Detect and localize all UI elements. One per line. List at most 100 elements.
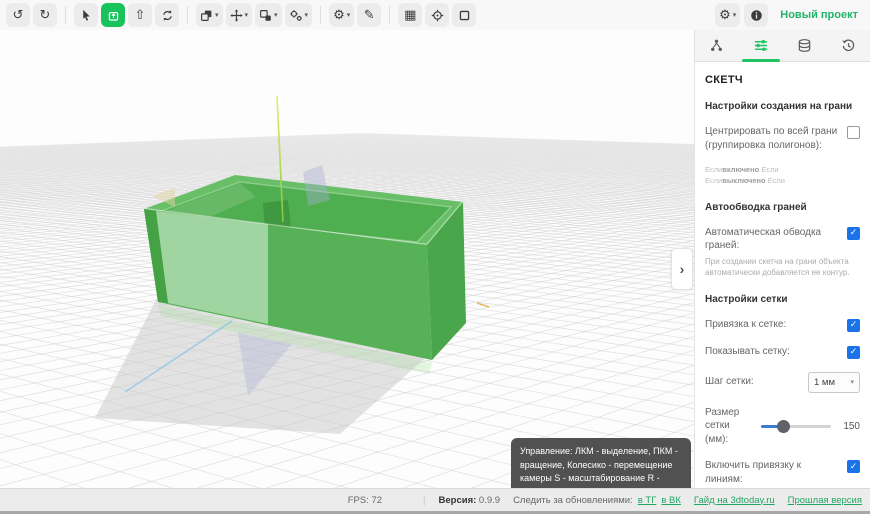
horizon-fade [0,30,694,205]
caret-down-icon: ▾ [733,11,737,19]
operations-menu-button[interactable]: ▾ [285,3,313,27]
caret-down-icon: ▾ [347,11,351,19]
undo-button[interactable]: ↺ [6,3,30,27]
copy-icon [200,9,213,22]
extrude-tool-button[interactable] [101,3,125,27]
row-auto-outline: Автоматическая обводка граней: ✓ [705,226,860,253]
grid-step-select[interactable]: 1 мм ▾ [808,372,860,393]
chevron-down-icon: ▾ [850,378,854,386]
info-icon [750,9,763,22]
selection-frame-icon [458,9,471,22]
row-label: Центрировать по всей грани (группировка … [705,125,841,152]
tree-icon [709,38,724,53]
row-label: Автоматическая обводка граней: [705,226,841,253]
top-toolbar: ↺ ↻ ⇧ [0,0,870,30]
caret-down-icon: ▾ [274,11,278,19]
move-up-button[interactable]: ⇧ [128,3,152,27]
sliders-icon [753,38,769,53]
caret-down-icon: ▾ [245,11,249,19]
row-center-on-face: Центрировать по всей грани (группировка … [705,125,860,152]
controls-tooltip: Управление: ЛКМ - выделение, ПКМ - враще… [511,438,691,488]
panel-collapse-button[interactable]: › [671,248,693,290]
toolbar-separator [320,6,321,24]
statusbar-divider: | [423,495,425,506]
move-menu-button[interactable]: ▾ [226,3,253,27]
row-snap-to-grid: Привязка к сетке: ✓ [705,318,860,332]
move-icon [230,9,243,22]
duplicate-icon [259,9,272,22]
tab-sketch-settings[interactable] [739,30,783,61]
auto-outline-checkbox[interactable]: ✓ [847,227,860,240]
panel-title: СКЕТЧ [705,74,860,86]
draw-button[interactable]: ✎ [357,3,381,27]
panel-tabbar [695,30,870,62]
row-grid-size: Размер сетки (мм): 150 [705,406,860,447]
panel-body: СКЕТЧ Настройки создания на грани Центри… [695,62,870,488]
caret-down-icon: ▾ [305,11,309,19]
sync-button[interactable] [155,3,179,27]
section-grid-settings: Настройки сетки [705,294,860,305]
history-icon [841,38,856,53]
grid-step-value: 1 мм [814,377,835,388]
duplicate-menu-button[interactable]: ▾ [255,3,282,27]
row-label: Включить привязку к линиям: [705,459,841,486]
row-grid-step: Шаг сетки: 1 мм ▾ [705,372,860,393]
row-label: Размер сетки (мм): [705,406,749,447]
row-label: Показывать сетку: [705,345,841,359]
row-label: Шаг сетки: [705,375,802,389]
center-on-face-checkbox[interactable] [847,126,860,139]
redo-button[interactable]: ↻ [33,3,57,27]
viewport-canvas[interactable] [0,30,694,488]
copy-menu-button[interactable]: ▾ [196,3,223,27]
focus-target-button[interactable] [425,3,449,27]
selection-frame-button[interactable] [452,3,476,27]
hint-enabled: Есливключено Если [705,164,860,175]
tab-scene-tree[interactable] [695,30,739,61]
select-cursor-button[interactable] [74,3,98,27]
undo-icon: ↺ [13,9,24,22]
grid-size-value: 150 [843,421,860,432]
app-window: ↺ ↻ ⇧ [0,0,870,514]
settings-panel: СКЕТЧ Настройки создания на грани Центри… [694,30,870,488]
slider-thumb[interactable] [777,420,790,433]
updates-label: Следить за обновлениями: [513,495,633,506]
toolbar-separator [389,6,390,24]
layers-icon [797,38,812,53]
vk-link[interactable]: в ВК [661,495,681,506]
row-show-grid: Показывать сетку: ✓ [705,345,860,359]
grid-toggle-button[interactable]: ▦ [398,3,422,27]
toolbar-separator [187,6,188,24]
gears-icon [289,9,303,22]
pencil-icon: ✎ [364,9,375,22]
sync-icon [161,9,174,22]
show-grid-checkbox[interactable]: ✓ [847,346,860,359]
app-settings-button[interactable]: ⚙ ▾ [715,3,740,27]
settings-menu-button[interactable]: ⚙ ▾ [329,3,354,27]
status-bar: FPS: 72 | Версия: 0.9.9 Следить за обнов… [0,488,870,514]
info-button[interactable] [744,3,768,27]
snap-to-lines-checkbox[interactable]: ✓ [847,460,860,473]
hint-disabled: Есливыключено Если [705,175,860,186]
row-label: Привязка к сетке: [705,318,841,332]
arrow-up-icon: ⇧ [135,9,146,22]
tab-history[interactable] [826,30,870,61]
row-snap-to-lines: Включить привязку к линиям: ✓ [705,459,860,486]
toolbar-left-group: ↺ ↻ ⇧ [6,3,476,27]
guide-link[interactable]: Гайд на 3dtoday.ru [694,495,775,506]
telegram-link[interactable]: в ТГ [638,495,657,506]
section-auto-outline: Автообводка граней [705,202,860,213]
grid-size-slider[interactable] [761,419,831,433]
new-project-link[interactable]: Новый проект [780,9,858,21]
fps-counter: FPS: 72 [348,495,382,506]
auto-outline-description: При создании скетча на грани объекта авт… [705,256,860,279]
previous-version-link[interactable]: Прошлая версия [788,495,862,506]
tab-layers[interactable] [783,30,827,61]
conditional-hints: Есливключено Если Есливыключено Если [705,164,860,187]
snap-to-grid-checkbox[interactable]: ✓ [847,319,860,332]
toolbar-right-group: ⚙ ▾ Новый проект [715,3,864,27]
updates-group: Следить за обновлениями: в ТГ в ВК [513,495,681,506]
version-label: Версия: 0.9.9 [439,495,501,506]
viewport-3d[interactable]: Управление: ЛКМ - выделение, ПКМ - враще… [0,30,694,488]
main-area: Управление: ЛКМ - выделение, ПКМ - враще… [0,30,870,488]
gear-icon: ⚙ [719,9,731,22]
